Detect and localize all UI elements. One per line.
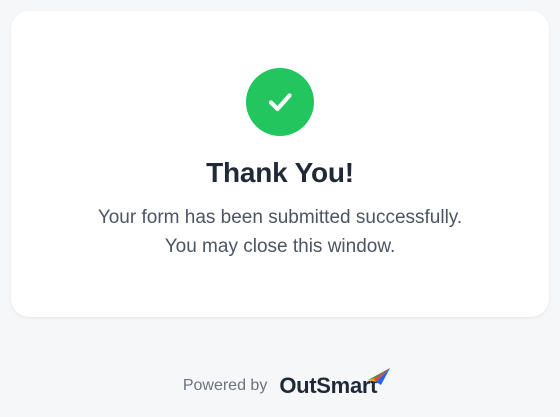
checkmark-icon <box>268 93 292 112</box>
footer: Powered by OutSmart <box>0 366 560 406</box>
brand-name: OutSmart <box>279 373 378 398</box>
page-title: Thank You! <box>206 157 354 188</box>
brand-logo[interactable]: OutSmart <box>279 368 391 399</box>
confirmation-card: Thank You! Your form has been submitted … <box>11 11 549 317</box>
paper-plane-icon <box>368 368 391 385</box>
powered-by-label: Powered by <box>182 377 268 394</box>
confirmation-message-line-1: Your form has been submitted successfull… <box>97 207 463 228</box>
page: Thank You! Your form has been submitted … <box>0 0 560 417</box>
confirmation-message-line-2: You may close this window. <box>164 236 396 257</box>
success-checkmark-icon <box>246 68 314 136</box>
